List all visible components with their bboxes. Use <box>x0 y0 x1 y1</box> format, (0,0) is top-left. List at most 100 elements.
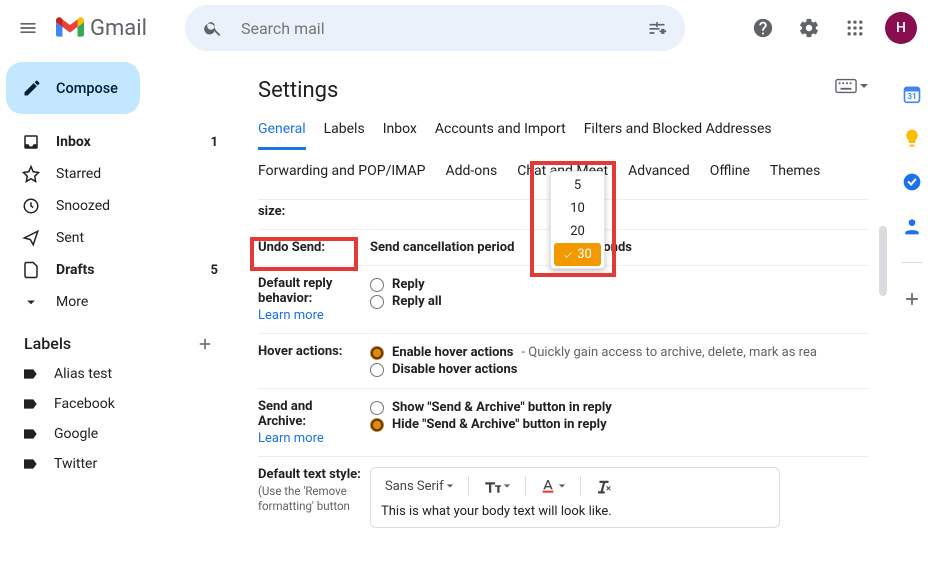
search-bar[interactable] <box>185 5 685 51</box>
star-icon <box>22 165 40 183</box>
search-input[interactable] <box>241 19 629 38</box>
hamburger-icon <box>18 18 38 38</box>
sidebar-item-sent[interactable]: Sent <box>0 222 232 254</box>
caret-down-icon <box>859 81 869 91</box>
caret-down-icon <box>503 482 511 490</box>
input-tools-button[interactable] <box>835 78 869 94</box>
inbox-icon <box>22 133 40 151</box>
clock-icon <box>22 197 40 215</box>
sidebar-item-more[interactable]: More <box>0 286 232 318</box>
compose-label: Compose <box>56 80 118 97</box>
caret-down-icon <box>446 482 454 490</box>
tab-addons[interactable]: Add-ons <box>445 163 497 189</box>
text-size-icon <box>483 479 501 493</box>
nav-label: Drafts <box>56 262 94 278</box>
radio-reply[interactable] <box>370 278 384 292</box>
tab-labels[interactable]: Labels <box>324 121 365 150</box>
learn-more-archive[interactable]: Learn more <box>258 431 362 446</box>
main-menu-button[interactable] <box>8 8 48 48</box>
radio-hover-disable[interactable] <box>370 363 384 377</box>
tune-icon <box>647 18 667 38</box>
setting-label-undo: Undo Send: <box>258 240 362 255</box>
sidebar-item-snoozed[interactable]: Snoozed <box>0 190 232 222</box>
tab-general[interactable]: General <box>258 121 306 150</box>
label-text: Facebook <box>54 396 115 412</box>
setting-sub-text-style: (Use the 'Remove formatting' button <box>258 484 362 514</box>
label-tag-icon <box>22 456 38 472</box>
label-tag-icon <box>22 396 38 412</box>
font-family-select[interactable]: Sans Serif <box>381 477 458 496</box>
search-button[interactable] <box>193 8 233 48</box>
undo-option-10[interactable]: 10 <box>551 197 604 220</box>
add-addon-icon[interactable] <box>902 289 922 309</box>
font-size-select[interactable] <box>479 477 515 495</box>
radio-hover-enable[interactable] <box>370 346 384 360</box>
setting-label-pagesize: size: <box>258 204 362 219</box>
tab-inbox[interactable]: Inbox <box>383 121 417 150</box>
chevron-down-icon <box>22 293 40 311</box>
send-icon <box>22 229 40 247</box>
product-name: Gmail <box>90 16 147 41</box>
undo-option-30[interactable]: 30 <box>554 243 601 266</box>
check-icon <box>563 250 573 260</box>
sidebar-item-inbox[interactable]: Inbox 1 <box>0 126 232 158</box>
learn-more-reply[interactable]: Learn more <box>258 308 362 323</box>
nav-count: 5 <box>211 263 218 278</box>
help-icon <box>752 17 774 39</box>
text-color-select[interactable] <box>536 476 570 496</box>
scrollbar[interactable] <box>879 226 887 296</box>
page-title: Settings <box>258 78 869 103</box>
tab-offline[interactable]: Offline <box>710 163 750 189</box>
nav-count: 1 <box>211 135 218 150</box>
nav-label: Inbox <box>56 134 91 150</box>
text-style-preview: This is what your body text will look li… <box>381 504 769 519</box>
sidebar-item-starred[interactable]: Starred <box>0 158 232 190</box>
tab-advanced[interactable]: Advanced <box>628 163 690 189</box>
setting-label-default-reply: Default reply behavior: <box>258 276 332 306</box>
svg-text:31: 31 <box>907 92 917 102</box>
labels-heading: Labels <box>24 334 71 353</box>
support-button[interactable] <box>743 8 783 48</box>
label-tag-icon <box>22 366 38 382</box>
calendar-icon[interactable]: 31 <box>902 84 922 104</box>
compose-button[interactable]: Compose <box>6 62 140 114</box>
tab-filters[interactable]: Filters and Blocked Addresses <box>584 121 772 150</box>
sidebar-item-drafts[interactable]: Drafts 5 <box>0 254 232 286</box>
label-text: Twitter <box>54 456 97 472</box>
settings-button[interactable] <box>789 8 829 48</box>
label-text: Alias test <box>54 366 112 382</box>
remove-formatting-button[interactable] <box>591 476 617 496</box>
keep-icon[interactable] <box>902 128 922 148</box>
nav-label: More <box>56 294 88 310</box>
label-text: Google <box>54 426 98 442</box>
tasks-icon[interactable] <box>902 172 922 192</box>
undo-text-before: Send cancellation period <box>370 240 514 255</box>
search-options-button[interactable] <box>637 8 677 48</box>
tab-forwarding[interactable]: Forwarding and POP/IMAP <box>258 163 425 189</box>
apps-button[interactable] <box>835 8 875 48</box>
gmail-logo[interactable]: Gmail <box>56 16 177 41</box>
gmail-icon <box>56 17 84 39</box>
label-tag-icon <box>22 426 38 442</box>
setting-label-send-archive: Send and Archive: <box>258 399 312 429</box>
label-facebook[interactable]: Facebook <box>0 389 232 419</box>
radio-hide-send-archive[interactable] <box>370 418 384 432</box>
radio-reply-all[interactable] <box>370 295 384 309</box>
gear-icon <box>798 17 820 39</box>
account-avatar[interactable]: H <box>885 12 917 44</box>
nav-label: Sent <box>56 230 84 246</box>
undo-option-20[interactable]: 20 <box>551 220 604 243</box>
undo-send-dropdown[interactable]: 5 10 20 30 <box>550 171 605 269</box>
radio-show-send-archive[interactable] <box>370 401 384 415</box>
tab-accounts[interactable]: Accounts and Import <box>435 121 566 150</box>
contacts-icon[interactable] <box>902 216 922 236</box>
label-google[interactable]: Google <box>0 419 232 449</box>
apps-grid-icon <box>845 18 865 38</box>
remove-format-icon <box>595 478 613 494</box>
search-icon <box>203 18 223 38</box>
label-alias-test[interactable]: Alias test <box>0 359 232 389</box>
add-label-icon[interactable] <box>196 335 214 353</box>
label-twitter[interactable]: Twitter <box>0 449 232 479</box>
tab-themes[interactable]: Themes <box>770 163 820 189</box>
undo-option-5[interactable]: 5 <box>551 174 604 197</box>
